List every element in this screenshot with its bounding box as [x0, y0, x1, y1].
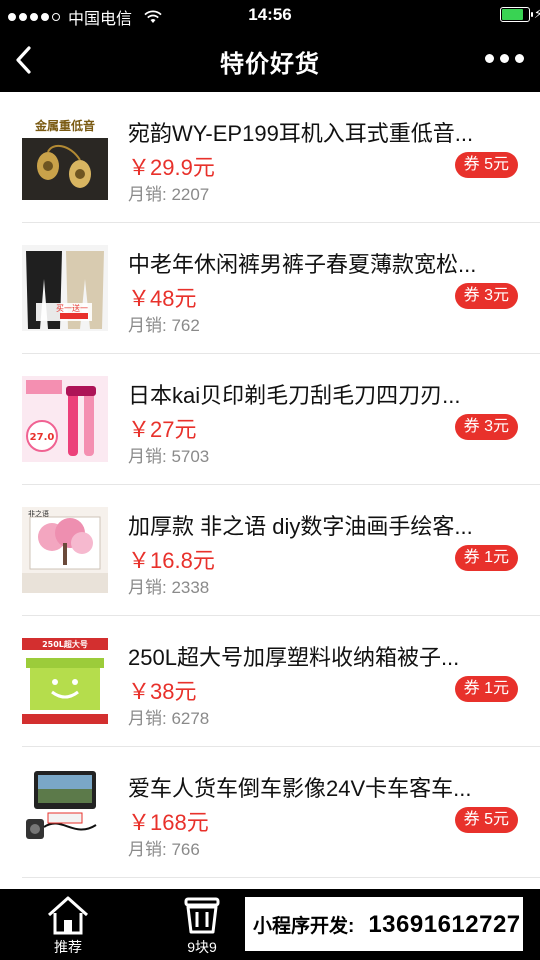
- product-price: ￥16.8元: [128, 548, 215, 573]
- svg-text:买一送一: 买一送一: [56, 303, 88, 313]
- product-list: 金属重低音 宛韵WY-EP199耳机入耳式重低音... ￥29.9元 月销: 2…: [0, 92, 540, 889]
- product-price: ￥48元: [128, 286, 197, 311]
- product-thumbnail: 买一送一: [22, 245, 108, 331]
- razor-image-icon: 27.0: [22, 376, 108, 462]
- coupon-badge[interactable]: 券 3元: [454, 283, 518, 309]
- storage-box-image-icon: 250L超大号: [22, 638, 108, 724]
- home-icon: [47, 896, 89, 935]
- product-item[interactable]: 买一送一 中老年休闲裤男裤子春夏薄款宽松... ￥48元 月销: 762 券 3…: [22, 223, 540, 354]
- coupon-badge[interactable]: 券 1元: [454, 676, 518, 702]
- more-menu-icon[interactable]: [485, 50, 524, 67]
- charging-icon: ⚡: [533, 6, 540, 21]
- product-thumbnail: 金属重低音: [22, 114, 108, 200]
- bottom-tab-bar: 推荐 9块9 小程序开发: 13691612727: [0, 889, 540, 960]
- product-monthly-sales: 月销: 2338: [128, 578, 210, 597]
- earphone-image-icon: 金属重低音: [22, 114, 108, 200]
- status-time: 14:56: [248, 5, 292, 24]
- page-title: 特价好货: [220, 51, 320, 78]
- product-monthly-sales: 月销: 766: [128, 840, 200, 859]
- promo-phone: 13691612727: [368, 911, 521, 938]
- product-monthly-sales: 月销: 2207: [128, 185, 210, 204]
- coupon-badge[interactable]: 券 5元: [454, 807, 518, 833]
- product-price: ￥38元: [128, 679, 197, 704]
- product-title: 爱车人货车倒车影像24V卡车客车...: [128, 776, 472, 801]
- svg-text:250L超大号: 250L超大号: [42, 639, 88, 649]
- tab-recommend[interactable]: 推荐: [18, 889, 118, 960]
- tab-nine-nine[interactable]: 9块9: [152, 889, 252, 960]
- battery-icon: ⚡: [500, 6, 540, 22]
- product-item[interactable]: 金属重低音 宛韵WY-EP199耳机入耳式重低音... ￥29.9元 月销: 2…: [22, 92, 540, 223]
- status-bar: 中国电信 14:56 ⚡: [0, 0, 540, 30]
- shopping-basket-icon: [184, 897, 220, 934]
- cherry-tree-painting-icon: 非之语: [22, 507, 108, 593]
- coupon-badge[interactable]: 券 3元: [454, 414, 518, 440]
- product-price: ￥29.9元: [128, 155, 215, 180]
- product-item[interactable]: 27.0 日本kai贝印剃毛刀刮毛刀四刀刃... ￥27元 月销: 5703 券…: [22, 354, 540, 485]
- tab-nine-nine-label: 9块9: [187, 939, 217, 955]
- product-title: 日本kai贝印剃毛刀刮毛刀四刀刃...: [128, 383, 461, 408]
- coupon-badge[interactable]: 券 5元: [454, 152, 518, 178]
- product-monthly-sales: 月销: 5703: [128, 447, 210, 466]
- product-thumbnail: 27.0: [22, 376, 108, 462]
- product-thumbnail: [22, 769, 108, 855]
- product-item[interactable]: 爱车人货车倒车影像24V卡车客车... ￥168元 月销: 766 券 5元: [22, 747, 540, 878]
- pants-image-icon: 买一送一: [22, 245, 108, 331]
- product-title: 加厚款 非之语 diy数字油画手绘客...: [128, 514, 473, 539]
- product-monthly-sales: 月销: 762: [128, 316, 200, 335]
- product-title: 宛韵WY-EP199耳机入耳式重低音...: [128, 121, 474, 146]
- svg-text:非之语: 非之语: [28, 509, 49, 518]
- product-title: 中老年休闲裤男裤子春夏薄款宽松...: [128, 252, 477, 277]
- tab-recommend-label: 推荐: [54, 939, 82, 955]
- product-title: 250L超大号加厚塑料收纳箱被子...: [128, 645, 460, 670]
- product-price: ￥168元: [128, 810, 209, 835]
- svg-text:金属重低音: 金属重低音: [34, 118, 95, 133]
- reversing-camera-image-icon: [22, 769, 108, 855]
- product-item[interactable]: 非之语 加厚款 非之语 diy数字油画手绘客... ￥16.8元 月销: 233…: [22, 485, 540, 616]
- promo-label: 小程序开发:: [253, 916, 355, 937]
- product-thumbnail: 250L超大号: [22, 638, 108, 724]
- product-monthly-sales: 月销: 6278: [128, 709, 210, 728]
- coupon-badge[interactable]: 券 1元: [454, 545, 518, 571]
- navigation-bar: 特价好货: [0, 30, 540, 92]
- developer-contact-banner[interactable]: 小程序开发: 13691612727: [243, 895, 525, 953]
- product-price: ￥27元: [128, 417, 197, 442]
- product-item[interactable]: 250L超大号 250L超大号加厚塑料收纳箱被子... ￥38元 月销: 627…: [22, 616, 540, 747]
- product-thumbnail: 非之语: [22, 507, 108, 593]
- svg-text:27.0: 27.0: [30, 432, 55, 443]
